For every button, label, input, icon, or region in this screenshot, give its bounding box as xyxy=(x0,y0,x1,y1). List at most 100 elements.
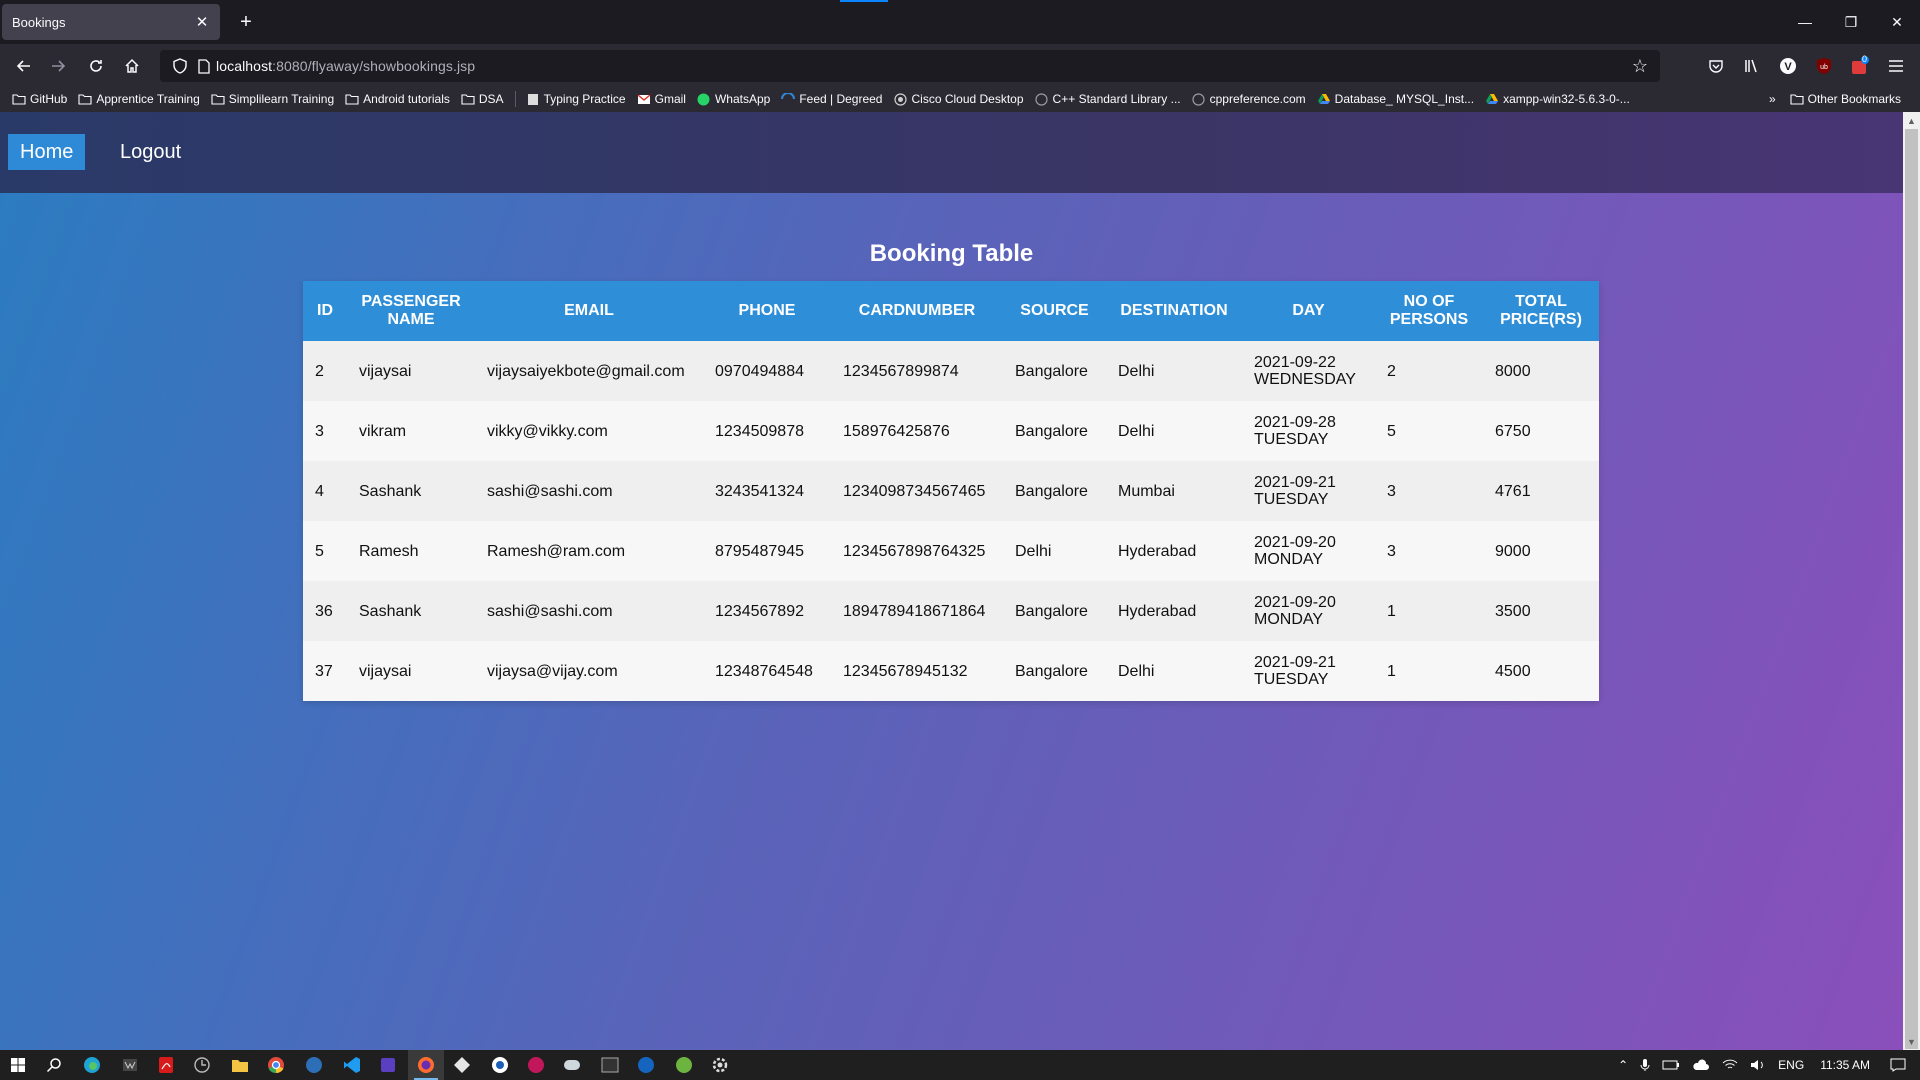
table-row: 3 vikram vikky@vikky.com 1234509878 15897642… xyxy=(303,401,1599,461)
clock-time[interactable]: 11:35 AM xyxy=(1820,1058,1870,1072)
wifi-icon[interactable] xyxy=(1722,1059,1738,1071)
shield-icon[interactable] xyxy=(170,56,190,76)
cell-total-price: 3500 xyxy=(1483,581,1599,641)
page-icon[interactable] xyxy=(194,56,214,76)
table-row: 4 Sashank sashi@sashi.com 3243541324 1234098… xyxy=(303,461,1599,521)
booking-rows: 2 vijaysai vijaysaiyekbote@gmail.com 097049… xyxy=(303,341,1599,701)
bookmark-item[interactable]: Cisco Cloud Desktop xyxy=(893,92,1024,106)
page-title: Booking Table xyxy=(869,240,1034,267)
home-link[interactable]: Home xyxy=(8,134,86,170)
microphone-icon[interactable] xyxy=(1640,1058,1650,1072)
browser-tab[interactable]: Bookings ✕ xyxy=(2,4,220,40)
vscode-icon[interactable] xyxy=(334,1050,370,1080)
url-bar[interactable]: localhost:8080/flyaway/showbookings.jsp … xyxy=(160,50,1660,82)
minimize-button[interactable]: — xyxy=(1782,0,1828,44)
app-icon[interactable] xyxy=(112,1050,148,1080)
folder-icon xyxy=(345,93,359,105)
other-bookmarks[interactable]: Other Bookmarks xyxy=(1790,92,1901,106)
extension-badge-icon[interactable]: 0 xyxy=(1846,52,1874,80)
scroll-up-icon[interactable]: ▲ xyxy=(1903,112,1920,129)
bookmark-item[interactable]: Feed | Degreed xyxy=(781,92,882,106)
volume-icon[interactable] xyxy=(1750,1059,1766,1071)
cell-id: 37 xyxy=(303,641,347,701)
page-scrollbar[interactable]: ▲ ▼ xyxy=(1903,112,1920,1050)
tab-close-icon[interactable]: ✕ xyxy=(194,13,210,31)
bookmark-item[interactable]: Simplilearn Training xyxy=(211,92,334,106)
cell-day: 2021-09-21 TUESDAY xyxy=(1242,461,1375,521)
acrobat-icon[interactable] xyxy=(148,1050,184,1080)
star-icon[interactable]: ☆ xyxy=(1630,56,1650,76)
logout-link[interactable]: Logout xyxy=(108,134,193,170)
app-icon[interactable] xyxy=(666,1050,702,1080)
home-icon[interactable] xyxy=(118,52,146,80)
app-icon[interactable] xyxy=(554,1050,590,1080)
close-window-button[interactable]: ✕ xyxy=(1874,0,1920,44)
bookmark-label: Database_ MYSQL_Inst... xyxy=(1334,92,1475,106)
pocket-icon[interactable] xyxy=(1702,52,1730,80)
forward-icon[interactable] xyxy=(44,52,72,80)
file-explorer-icon[interactable] xyxy=(222,1050,258,1080)
cell-day: 2021-09-20 MONDAY xyxy=(1242,521,1375,581)
app-icon[interactable] xyxy=(444,1050,480,1080)
bookmark-item[interactable]: Gmail xyxy=(637,92,686,106)
reload-icon[interactable] xyxy=(82,52,110,80)
menu-icon[interactable] xyxy=(1882,52,1910,80)
scroll-thumb[interactable] xyxy=(1905,129,1918,1049)
bookmark-item[interactable]: Database_ MYSQL_Inst... xyxy=(1317,92,1474,106)
terminal-icon[interactable] xyxy=(592,1050,628,1080)
bookmark-item[interactable]: xampp-win32-5.6.3-0-... xyxy=(1485,92,1630,106)
v-extension-icon[interactable]: V xyxy=(1774,52,1802,80)
day-weekday: MONDAY xyxy=(1254,611,1324,628)
start-icon[interactable] xyxy=(0,1050,36,1080)
chevron-up-icon[interactable]: ⌃ xyxy=(1618,1058,1628,1072)
folder-icon xyxy=(1790,93,1804,105)
ublock-icon[interactable]: ub xyxy=(1810,52,1838,80)
library-icon[interactable] xyxy=(1738,52,1766,80)
edge-icon[interactable] xyxy=(74,1050,110,1080)
firefox-icon[interactable] xyxy=(408,1050,444,1080)
bookmark-item[interactable]: GitHub xyxy=(12,92,67,106)
drive-icon xyxy=(1485,93,1499,105)
col-total-price: TOTAL PRICE(RS) xyxy=(1483,281,1599,341)
bookmark-item[interactable]: cppreference.com xyxy=(1192,92,1306,106)
bookmarks-separator xyxy=(514,91,516,107)
search-icon[interactable] xyxy=(36,1050,72,1080)
app-icon[interactable] xyxy=(296,1050,332,1080)
cloud-icon[interactable] xyxy=(1692,1059,1710,1071)
other-bookmarks-label: Other Bookmarks xyxy=(1807,92,1901,106)
col-destination: DESTINATION xyxy=(1106,281,1242,341)
window-controls: — ❐ ✕ xyxy=(1782,0,1920,44)
clock-app-icon[interactable] xyxy=(184,1050,220,1080)
bookmark-label: WhatsApp xyxy=(714,92,771,106)
bookmark-item[interactable]: Typing Practice xyxy=(526,92,626,106)
bookmark-item[interactable]: DSA xyxy=(461,92,504,106)
bookmark-item[interactable]: C++ Standard Library ... xyxy=(1035,92,1181,106)
cell-phone: 1234509878 xyxy=(703,401,831,461)
cell-id: 3 xyxy=(303,401,347,461)
bookmark-item[interactable]: Android tutorials xyxy=(345,92,450,106)
notifications-icon[interactable] xyxy=(1890,1058,1906,1072)
cell-day: 2021-09-28 TUESDAY xyxy=(1242,401,1375,461)
settings-gear-icon[interactable] xyxy=(702,1050,738,1080)
bookmarks-overflow-icon[interactable]: » xyxy=(1769,92,1776,106)
bookmark-label: xampp-win32-5.6.3-0-... xyxy=(1503,92,1630,106)
url-text[interactable]: localhost:8080/flyaway/showbookings.jsp xyxy=(216,58,475,74)
back-icon[interactable] xyxy=(10,52,38,80)
restore-button[interactable]: ❐ xyxy=(1828,0,1874,44)
new-tab-button[interactable]: + xyxy=(232,8,260,36)
language-indicator[interactable]: ENG xyxy=(1778,1058,1804,1072)
bookmark-item[interactable]: WhatsApp xyxy=(697,92,770,106)
app-icon[interactable] xyxy=(518,1050,554,1080)
bookmark-label: Typing Practice xyxy=(543,92,626,106)
app-icon[interactable] xyxy=(628,1050,664,1080)
bookmark-item[interactable]: Apprentice Training xyxy=(78,92,200,106)
cell-cardnumber: 1234567898764325 xyxy=(831,521,1003,581)
app-icon[interactable] xyxy=(370,1050,406,1080)
chrome-icon[interactable] xyxy=(258,1050,294,1080)
cell-cardnumber: 1234098734567465 xyxy=(831,461,1003,521)
scroll-down-icon[interactable]: ▼ xyxy=(1903,1033,1920,1050)
whatsapp-icon xyxy=(697,93,711,105)
battery-icon[interactable] xyxy=(1662,1060,1680,1070)
app-icon[interactable] xyxy=(482,1050,518,1080)
bookmarks-bar: GitHub Apprentice Training Simplilearn Tra… xyxy=(0,86,1920,112)
